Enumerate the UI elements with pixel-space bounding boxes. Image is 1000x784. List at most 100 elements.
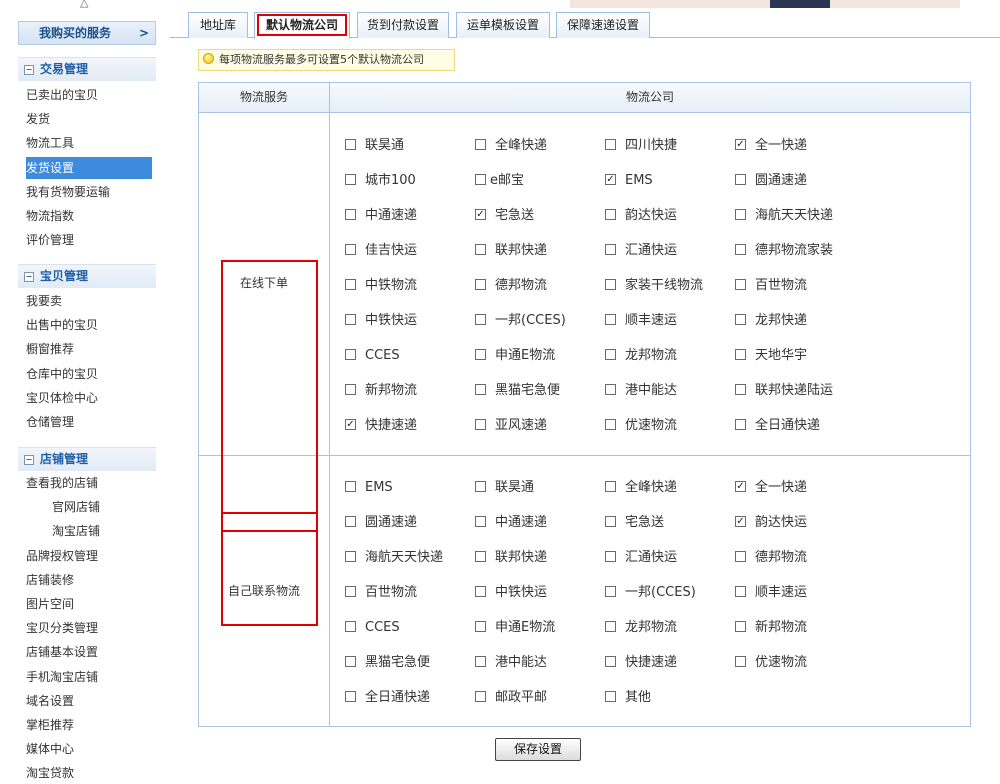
logistics-option[interactable]: e邮宝: [475, 172, 524, 190]
sidebar-item[interactable]: 宝贝体检中心: [26, 387, 152, 409]
checkbox[interactable]: [475, 656, 486, 667]
checkbox[interactable]: [605, 349, 616, 360]
checkbox[interactable]: [475, 384, 486, 395]
logistics-option[interactable]: 韵达快运: [605, 207, 677, 225]
logistics-option[interactable]: 黑猫宅急便: [475, 382, 560, 400]
checkbox[interactable]: [475, 481, 486, 492]
logistics-option[interactable]: 龙邦物流: [605, 347, 677, 365]
sidebar-item[interactable]: 官网店铺: [52, 496, 178, 518]
checkbox[interactable]: [605, 384, 616, 395]
checkbox[interactable]: [475, 244, 486, 255]
sidebar-item[interactable]: 宝贝分类管理: [26, 617, 152, 639]
checkbox[interactable]: [735, 516, 746, 527]
sidebar-item[interactable]: 已卖出的宝贝: [26, 84, 152, 106]
sidebar-item[interactable]: 查看我的店铺: [26, 472, 152, 494]
checkbox[interactable]: [475, 691, 486, 702]
sidebar-item[interactable]: 发货: [26, 108, 152, 130]
checkbox[interactable]: [605, 691, 616, 702]
sidebar-item[interactable]: 店铺基本设置: [26, 641, 152, 663]
sidebar-item[interactable]: 我有货物要运输: [26, 181, 152, 203]
logistics-option[interactable]: 联邦快递: [475, 242, 547, 260]
logistics-option[interactable]: 全日通快递: [345, 689, 430, 707]
logistics-option[interactable]: 百世物流: [735, 277, 807, 295]
logistics-option[interactable]: 百世物流: [345, 584, 417, 602]
logistics-option[interactable]: 优速物流: [605, 417, 677, 435]
logistics-option[interactable]: 顺丰速运: [735, 584, 807, 602]
checkbox[interactable]: [475, 139, 486, 150]
logistics-option[interactable]: 圆通速递: [735, 172, 807, 190]
logistics-option[interactable]: 全日通快递: [735, 417, 820, 435]
logistics-option[interactable]: CCES: [345, 347, 400, 365]
checkbox[interactable]: [735, 481, 746, 492]
checkbox[interactable]: [605, 209, 616, 220]
sidebar-item[interactable]: 橱窗推荐: [26, 338, 152, 360]
logistics-option[interactable]: 德邦物流: [475, 277, 547, 295]
sidebar-item[interactable]: 手机淘宝店铺: [26, 666, 152, 688]
sidebar-item[interactable]: 品牌授权管理: [26, 545, 152, 567]
logistics-option[interactable]: 德邦物流: [735, 549, 807, 567]
checkbox[interactable]: [475, 516, 486, 527]
logistics-option[interactable]: 黑猫宅急便: [345, 654, 430, 672]
tab-3[interactable]: 运单模板设置: [456, 12, 550, 38]
logistics-option[interactable]: 海航天天快递: [345, 549, 443, 567]
logistics-option[interactable]: 联邦快递陆运: [735, 382, 833, 400]
checkbox[interactable]: [735, 314, 746, 325]
logistics-option[interactable]: 一邦(CCES): [475, 312, 566, 330]
checkbox[interactable]: [345, 244, 356, 255]
logistics-option[interactable]: 快捷速递: [605, 654, 677, 672]
checkbox[interactable]: [345, 621, 356, 632]
logistics-option[interactable]: 中铁快运: [345, 312, 417, 330]
checkbox[interactable]: [345, 586, 356, 597]
sidebar-item[interactable]: 仓库中的宝贝: [26, 363, 152, 385]
logistics-option[interactable]: 顺丰速运: [605, 312, 677, 330]
logistics-option[interactable]: 新邦物流: [735, 619, 807, 637]
logistics-option[interactable]: 中通速递: [475, 514, 547, 532]
checkbox[interactable]: [345, 656, 356, 667]
checkbox[interactable]: [605, 656, 616, 667]
collapse-icon[interactable]: −: [24, 64, 34, 75]
sidebar-item[interactable]: 出售中的宝贝: [26, 314, 152, 336]
checkbox[interactable]: [605, 314, 616, 325]
logistics-option[interactable]: 四川快捷: [605, 137, 677, 155]
checkbox[interactable]: [605, 139, 616, 150]
sidebar-item[interactable]: 仓储管理: [26, 411, 152, 433]
checkbox[interactable]: [735, 174, 746, 185]
logistics-option[interactable]: EMS: [605, 172, 653, 190]
checkbox[interactable]: [345, 384, 356, 395]
sidebar-item[interactable]: 店铺装修: [26, 569, 152, 591]
collapse-icon[interactable]: −: [24, 454, 34, 465]
logistics-option[interactable]: 优速物流: [735, 654, 807, 672]
logistics-option[interactable]: 海航天天快递: [735, 207, 833, 225]
checkbox[interactable]: [475, 314, 486, 325]
logistics-option[interactable]: 申通E物流: [475, 619, 555, 637]
logistics-option[interactable]: 中铁快运: [475, 584, 547, 602]
logistics-option[interactable]: 快捷速递: [345, 417, 417, 435]
logistics-option[interactable]: 港中能达: [475, 654, 547, 672]
checkbox[interactable]: [735, 419, 746, 430]
logistics-option[interactable]: 申通E物流: [475, 347, 555, 365]
logistics-option[interactable]: 亚风速递: [475, 417, 547, 435]
checkbox[interactable]: [475, 174, 486, 185]
sidebar-item[interactable]: 淘宝贷款: [26, 762, 152, 784]
sidebar-section-1[interactable]: − 宝贝管理: [18, 264, 156, 288]
checkbox[interactable]: [605, 586, 616, 597]
logistics-option[interactable]: 中铁物流: [345, 277, 417, 295]
sidebar-item[interactable]: 物流指数: [26, 205, 152, 227]
checkbox[interactable]: [345, 209, 356, 220]
checkbox[interactable]: [735, 209, 746, 220]
logistics-option[interactable]: 家装干线物流: [605, 277, 703, 295]
logistics-option[interactable]: 龙邦快递: [735, 312, 807, 330]
checkbox[interactable]: [605, 279, 616, 290]
sidebar-item[interactable]: 淘宝店铺: [52, 520, 178, 542]
checkbox[interactable]: [345, 551, 356, 562]
logistics-option[interactable]: 全峰快递: [605, 479, 677, 497]
sidebar-item[interactable]: 媒体中心: [26, 738, 152, 760]
checkbox[interactable]: [345, 481, 356, 492]
sidebar-item[interactable]: 掌柜推荐: [26, 714, 152, 736]
sidebar-item[interactable]: 我要卖: [26, 290, 152, 312]
checkbox[interactable]: [605, 481, 616, 492]
sidebar-section-0[interactable]: − 交易管理: [18, 57, 156, 81]
sidebar-item[interactable]: 域名设置: [26, 690, 152, 712]
checkbox[interactable]: [475, 209, 486, 220]
checkbox[interactable]: [475, 621, 486, 632]
